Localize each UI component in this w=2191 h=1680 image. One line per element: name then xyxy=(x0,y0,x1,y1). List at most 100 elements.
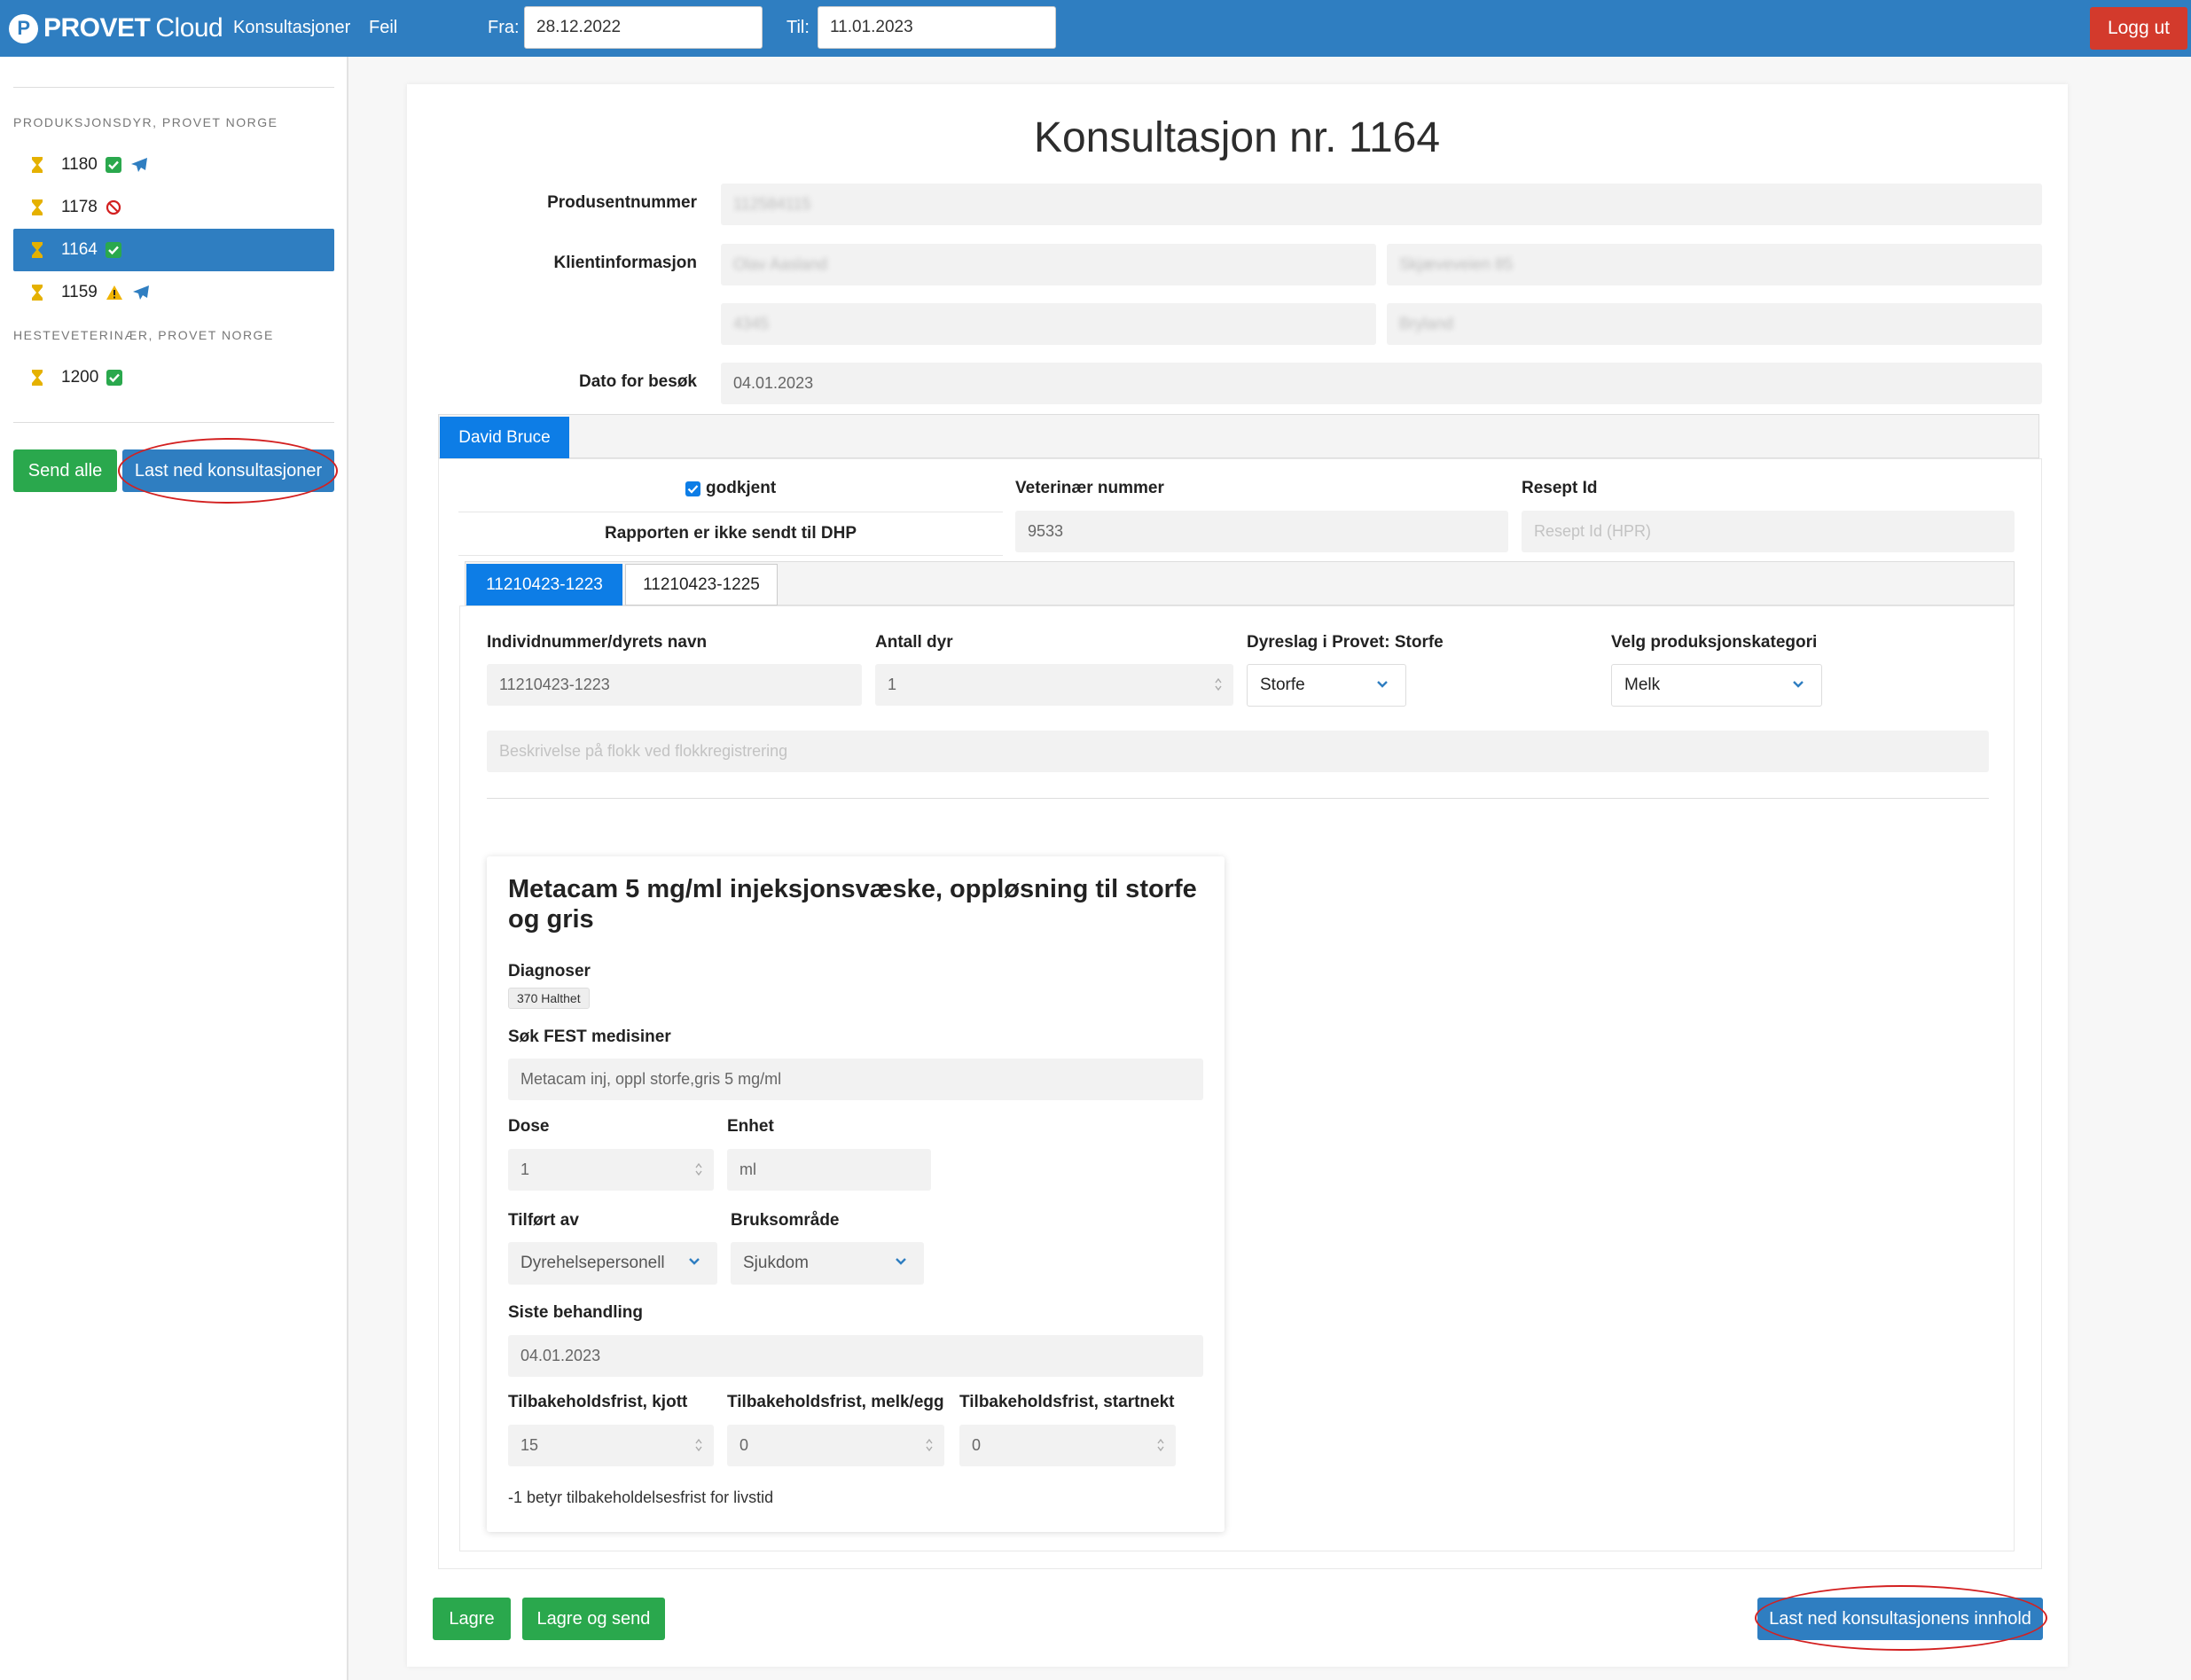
divider xyxy=(487,798,1989,799)
brand-suffix: Cloud xyxy=(155,13,223,43)
vet-number-field[interactable]: 9533 xyxy=(1015,511,1508,552)
given-by-select[interactable]: Dyrehelsepersonell xyxy=(508,1242,717,1285)
prescription-id-label: Resept Id xyxy=(1522,479,1598,497)
individual-value: 11210423-1223 xyxy=(499,676,610,693)
tab-animal-1225[interactable]: 11210423-1225 xyxy=(625,564,778,606)
spinner-icon[interactable] xyxy=(694,1436,703,1454)
last-treatment-value: 04.01.2023 xyxy=(520,1347,601,1364)
chevron-down-icon xyxy=(1377,681,1388,688)
logout-button[interactable]: Logg ut xyxy=(2090,7,2187,50)
flock-description-field[interactable]: Beskrivelse på flokk ved flokkregistreri… xyxy=(487,731,1989,772)
paper-plane-icon xyxy=(132,285,150,301)
fest-search-value: Metacam inj, oppl storfe,gris 5 mg/ml xyxy=(520,1070,782,1088)
individual-field[interactable]: 11210423-1223 xyxy=(487,664,862,706)
production-category-select[interactable]: Melk xyxy=(1611,664,1822,707)
withdrawal-start-field[interactable]: 0 xyxy=(959,1425,1176,1466)
brand-logo[interactable]: P PROVET Cloud xyxy=(9,10,223,47)
unit-value: ml xyxy=(739,1160,756,1178)
send-all-button[interactable]: Send alle xyxy=(13,449,117,492)
sidebar-item-1159[interactable]: 1159 xyxy=(13,271,334,314)
withdrawal-milk-value: 0 xyxy=(739,1436,749,1454)
from-date-input[interactable] xyxy=(524,6,763,49)
spinner-icon[interactable] xyxy=(1156,1436,1165,1454)
client-street-field[interactable]: Skjæveveien 85 xyxy=(1387,244,2042,285)
approved-label: godkjent xyxy=(706,479,777,497)
withdrawal-milk-field[interactable]: 0 xyxy=(727,1425,944,1466)
consultation-number: 1164 xyxy=(61,240,98,259)
flock-description-placeholder: Beskrivelse på flokk ved flokkregistreri… xyxy=(499,742,788,760)
visit-date-field[interactable]: 04.01.2023 xyxy=(721,363,2042,404)
producer-label: Produsentnummer xyxy=(547,193,697,212)
sidebar-divider xyxy=(13,87,334,88)
sidebar-item-1164[interactable]: 1164 xyxy=(13,229,334,271)
brand-name: PROVET xyxy=(43,13,151,43)
visit-date-value: 04.01.2023 xyxy=(733,374,814,392)
vet-number-label: Veterinær nummer xyxy=(1015,479,1164,497)
prescription-id-field[interactable]: Resept Id (HPR) xyxy=(1522,511,2015,552)
tab-vet-david-bruce[interactable]: David Bruce xyxy=(440,417,569,458)
sidebar: PRODUKSJONSDYR, PROVET NORGE 1180 1178 1… xyxy=(0,57,348,1680)
ban-icon xyxy=(106,199,121,215)
consultation-number: 1178 xyxy=(61,198,98,216)
download-consultation-content-button[interactable]: Last ned konsultasjonens innhold xyxy=(1757,1598,2043,1640)
unit-field[interactable]: ml xyxy=(727,1149,931,1191)
producer-field[interactable]: 112584115 xyxy=(721,184,2042,225)
client-info-label: Klientinformasjon xyxy=(553,254,697,272)
usage-label: Bruksområde xyxy=(731,1211,840,1230)
unit-label: Enhet xyxy=(727,1117,774,1136)
client-name-value: Olav Aasland xyxy=(733,255,828,273)
nav-link-konsultasjoner[interactable]: Konsultasjoner xyxy=(233,18,350,38)
client-zip-value: 4345 xyxy=(733,315,770,332)
dose-label: Dose xyxy=(508,1117,550,1136)
dose-value: 1 xyxy=(520,1160,530,1178)
animal-count-field[interactable]: 1 xyxy=(875,664,1233,706)
fest-search-input[interactable]: Metacam inj, oppl storfe,gris 5 mg/ml xyxy=(508,1059,1203,1100)
download-consultations-button[interactable]: Last ned konsultasjoner xyxy=(122,449,334,492)
withdrawal-meat-field[interactable]: 15 xyxy=(508,1425,714,1466)
nav-link-feil[interactable]: Feil xyxy=(369,18,397,38)
withdrawal-start-label: Tilbakeholdsfrist, startnekt xyxy=(959,1393,1175,1411)
usage-select[interactable]: Sjukdom xyxy=(731,1242,924,1285)
sidebar-item-1178[interactable]: 1178 xyxy=(13,186,334,229)
paper-plane-icon xyxy=(130,157,148,173)
hourglass-icon xyxy=(31,199,43,216)
medicine-title: Metacam 5 mg/ml injeksjonsvæske, oppløsn… xyxy=(508,875,1197,934)
approved-checkbox[interactable] xyxy=(685,481,700,496)
hourglass-icon xyxy=(31,284,43,301)
consultation-number: 1159 xyxy=(61,283,98,301)
spinner-icon[interactable] xyxy=(694,1160,703,1178)
tab-animal-1223[interactable]: 11210423-1223 xyxy=(466,564,622,606)
last-treatment-label: Siste behandling xyxy=(508,1303,644,1322)
page-title: Konsultasjon nr. 1164 xyxy=(1033,114,1441,161)
client-zip-field[interactable]: 4345 xyxy=(721,303,1376,345)
sidebar-item-1200[interactable]: 1200 xyxy=(13,356,334,399)
withdrawal-meat-label: Tilbakeholdsfrist, kjott xyxy=(508,1393,688,1411)
client-city-field[interactable]: Bryland xyxy=(1387,303,2042,345)
withdrawal-note: -1 betyr tilbakeholdelsesfrist for livst… xyxy=(508,1489,774,1506)
given-by-value: Dyrehelsepersonell xyxy=(520,1254,665,1272)
divider xyxy=(458,555,1003,556)
sidebar-item-1180[interactable]: 1180 xyxy=(13,144,334,186)
save-button[interactable]: Lagre xyxy=(433,1598,511,1640)
spinner-icon[interactable] xyxy=(925,1436,934,1454)
spinner-icon[interactable] xyxy=(1214,676,1223,693)
client-street-value: Skjæveveien 85 xyxy=(1399,255,1514,273)
species-value: Storfe xyxy=(1260,676,1305,694)
individual-label: Individnummer/dyrets navn xyxy=(487,633,708,652)
save-and-send-button[interactable]: Lagre og send xyxy=(522,1598,665,1640)
sidebar-group-heading: HESTEVETERINÆR, PROVET NORGE xyxy=(13,328,274,342)
hourglass-icon xyxy=(31,369,43,387)
production-category-label: Velg produksjonskategori xyxy=(1611,633,1818,652)
client-name-field[interactable]: Olav Aasland xyxy=(721,244,1376,285)
provet-logo-icon: P xyxy=(9,13,38,43)
hourglass-icon xyxy=(31,156,43,174)
last-treatment-field[interactable]: 04.01.2023 xyxy=(508,1335,1203,1377)
top-navbar: P PROVET Cloud Konsultasjoner Feil Fra: … xyxy=(0,0,2191,57)
withdrawal-milk-label: Tilbakeholdsfrist, melk/egg xyxy=(727,1393,944,1411)
dose-field[interactable]: 1 xyxy=(508,1149,714,1191)
species-select[interactable]: Storfe xyxy=(1247,664,1406,707)
hourglass-icon xyxy=(31,241,43,259)
vet-tab-bar xyxy=(438,414,2039,458)
withdrawal-start-value: 0 xyxy=(972,1436,982,1454)
to-date-input[interactable] xyxy=(818,6,1056,49)
